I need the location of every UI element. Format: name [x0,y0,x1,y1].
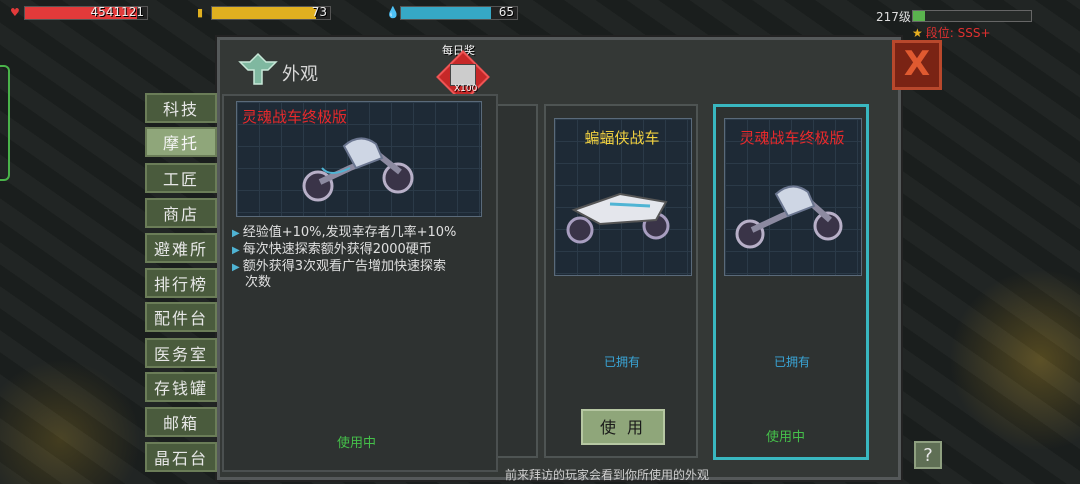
energy-bar: ▮ 73 [197,5,331,20]
rank-label: ★ 段位: SSS+ [912,24,991,41]
use-button[interactable]: 使 用 [581,409,665,445]
tab-label: 医务室 [153,345,208,364]
help-button[interactable]: ? [914,441,942,469]
desc-text: 额外获得3次观看广告增加快速探索 [242,259,446,274]
tab-motorcycle[interactable]: 摩托 [145,127,217,157]
hp-value: 4541121 [90,5,144,19]
tab-label: 避难所 [153,240,208,259]
tab-mailbox[interactable]: 邮箱 [145,407,217,437]
tab-tech[interactable]: 科技 [145,93,217,123]
close-button[interactable]: X [892,40,942,90]
level-progress [912,10,1032,22]
help-icon: ? [923,445,933,466]
skin-card-in-use: 使用中 [766,430,806,445]
skin-card-name: 灵魂战车终极版 [739,129,845,147]
bullet-arrow-icon: ▶ [232,262,240,273]
skin-card-name: 蝙蝠侠战车 [584,129,660,147]
tab-shelter[interactable]: 避难所 [145,233,217,263]
outfit-icon [238,52,278,86]
skin-card-status: 已拥有 [603,355,640,369]
tab-craftsman[interactable]: 工匠 [145,163,217,193]
tab-label: 摩托 [162,134,199,153]
tab-shop[interactable]: 商店 [145,198,217,228]
side-drawer-handle[interactable] [0,65,10,181]
water-drop-icon: 💧 [386,6,400,19]
heart-icon: ♥ [10,6,20,19]
detail-name: 灵魂战车终极版 [242,108,348,126]
hidden-card[interactable] [494,104,538,458]
batbike-image [566,192,670,244]
close-icon: X [903,44,931,84]
daily-reward-count: X100 [454,84,478,94]
tab-label: 科技 [162,100,199,119]
crate-image [450,64,476,86]
player-level: 217级 [876,10,911,24]
tab-infirmary[interactable]: 医务室 [145,338,217,368]
tab-label: 排行榜 [153,275,208,294]
tab-label: 商店 [162,205,199,224]
tab-label: 邮箱 [162,414,199,433]
rank-text: 段位: SSS+ [925,26,991,40]
ghost-rider-bike-image [302,137,414,202]
tab-label: 存钱罐 [153,379,208,398]
water-value: 65 [498,5,514,19]
water-bar: 💧 65 [386,5,518,20]
tab-leaderboard[interactable]: 排行榜 [145,268,217,298]
detail-status: 使用中 [337,436,377,451]
hp-bar: ♥ 4541121 [10,5,148,20]
panel-title: 外观 [282,64,318,85]
tab-parts-bench[interactable]: 配件台 [145,302,217,332]
tab-label: 配件台 [153,309,208,328]
footer-note: 前来拜访的玩家会看到你所使用的外观 [505,468,710,482]
skin-card-status: 已拥有 [773,355,810,369]
detail-desc-4: 次数 [245,275,272,290]
tab-piggy-bank[interactable]: 存钱罐 [145,372,217,402]
ghost-rider-bike-image [735,185,843,249]
energy-icon: ▮ [197,6,204,19]
tab-crystal-bench[interactable]: 晶石台 [145,442,217,472]
star-icon: ★ [912,26,923,40]
energy-value: 73 [311,5,327,19]
tab-label: 晶石台 [153,449,208,468]
tab-label: 工匠 [162,170,199,189]
